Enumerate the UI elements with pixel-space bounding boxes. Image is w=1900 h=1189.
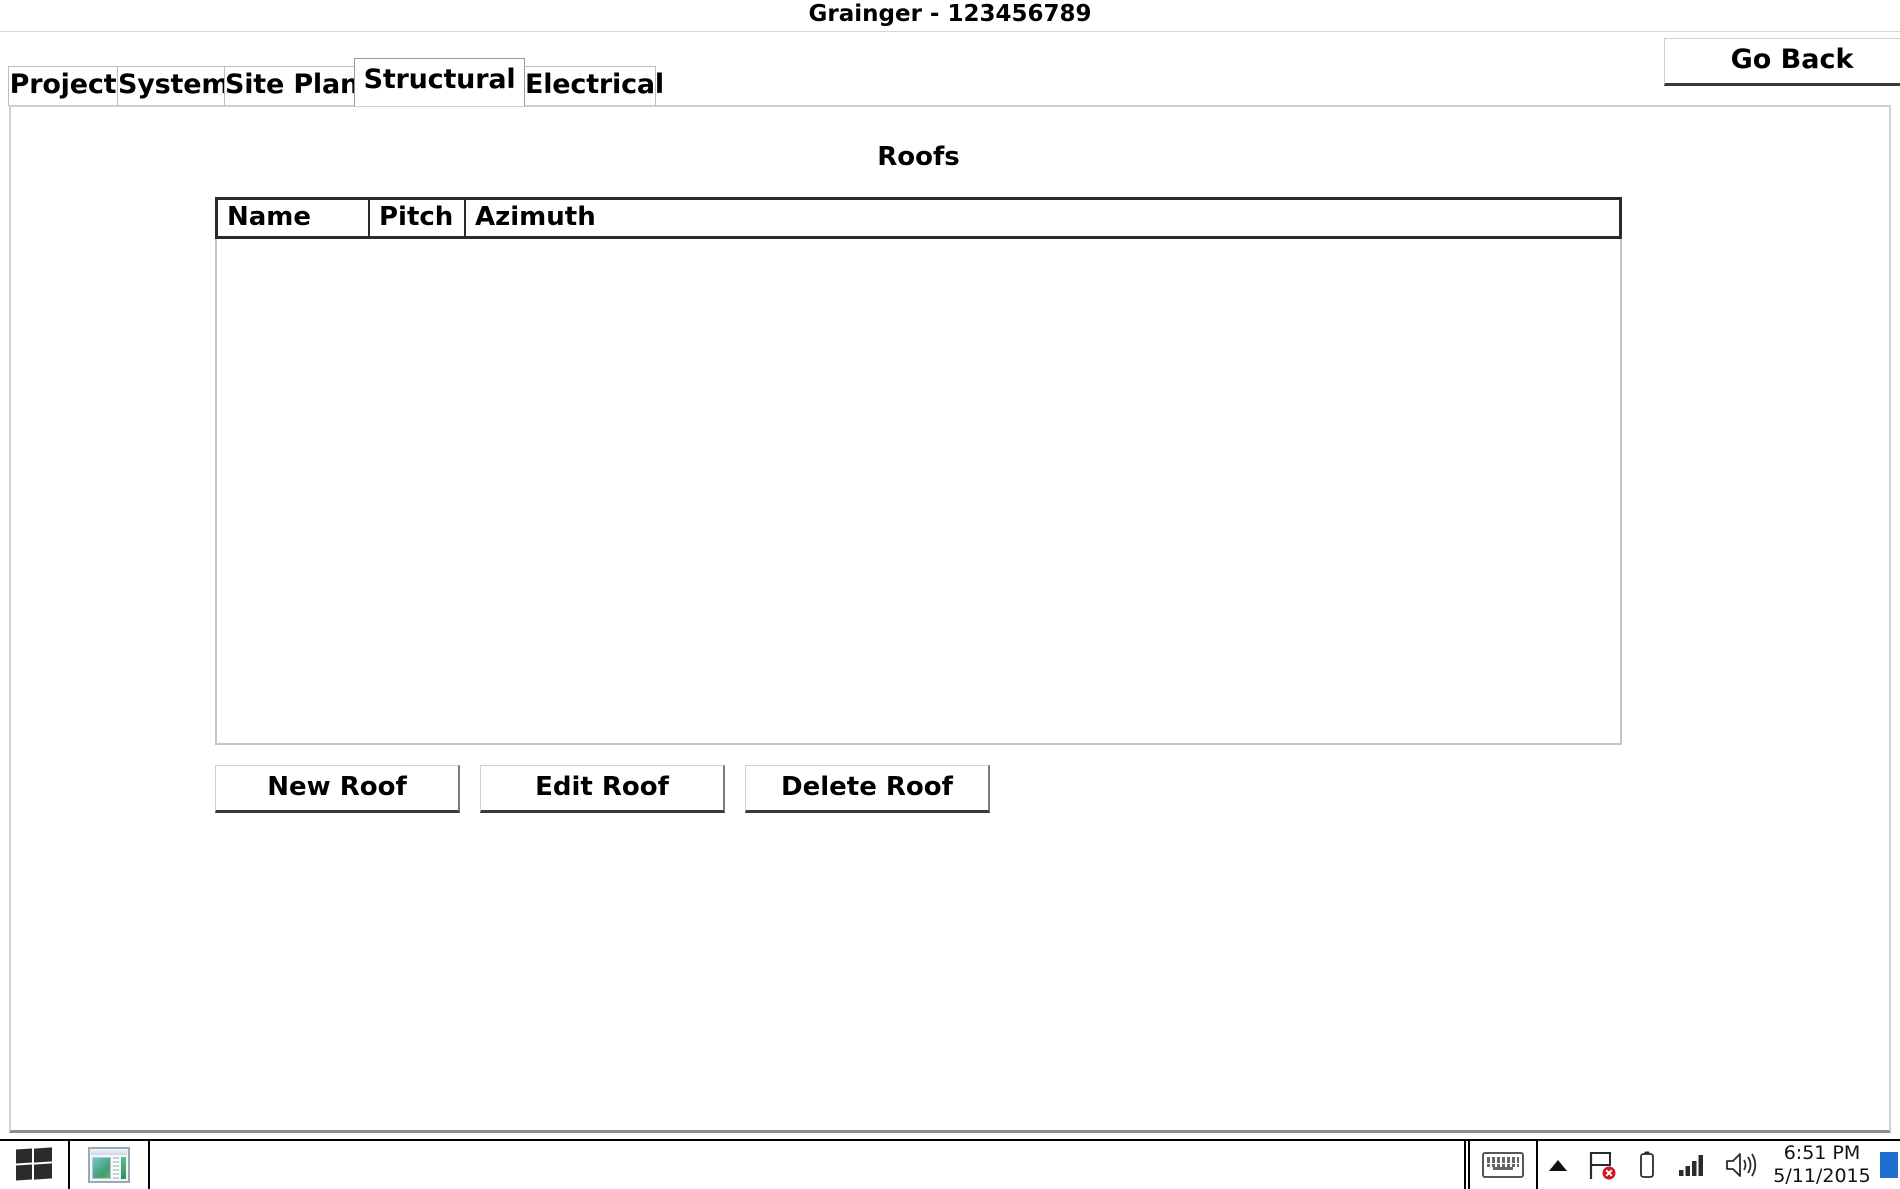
volume-button[interactable] — [1716, 1141, 1766, 1189]
speaker-icon — [1726, 1153, 1757, 1177]
table-header-name[interactable]: Name — [218, 200, 370, 236]
taskbar-app-button[interactable] — [70, 1141, 150, 1189]
table-header-pitch[interactable]: Pitch — [370, 200, 466, 236]
table-header-azimuth[interactable]: Azimuth — [466, 200, 1619, 236]
system-tray: 6:51 PM 5/11/2015 — [1466, 1141, 1900, 1189]
roofs-list-body[interactable] — [215, 239, 1622, 745]
window-app-icon — [88, 1147, 130, 1183]
title-separator — [0, 31, 1900, 32]
roofs-table: Name Pitch Azimuth — [215, 197, 1622, 745]
tab-system[interactable]: System — [117, 66, 229, 106]
signal-bars-icon — [1679, 1155, 1703, 1176]
delete-roof-button[interactable]: Delete Roof — [745, 765, 990, 813]
page-title: Roofs — [877, 142, 960, 172]
edit-roof-button[interactable]: Edit Roof — [480, 765, 725, 813]
action-center-button[interactable] — [1578, 1141, 1626, 1189]
tray-date: 5/11/2015 — [1773, 1165, 1871, 1187]
caret-up-icon — [1549, 1159, 1567, 1171]
clock-button[interactable]: 6:51 PM 5/11/2015 — [1766, 1141, 1878, 1189]
taskbar: 6:51 PM 5/11/2015 — [0, 1139, 1900, 1189]
tab-electrical[interactable]: Electrical — [524, 66, 664, 106]
touch-keyboard-button[interactable] — [1468, 1141, 1538, 1189]
table-header-row: Name Pitch Azimuth — [215, 197, 1622, 239]
go-back-button[interactable]: Go Back — [1664, 38, 1900, 86]
taskbar-empty-area — [150, 1141, 1466, 1189]
tab-site-plan[interactable]: Site Plan — [224, 66, 359, 106]
show-hidden-icons-button[interactable] — [1538, 1141, 1578, 1189]
network-button[interactable] — [1668, 1141, 1716, 1189]
new-roof-button[interactable]: New Roof — [215, 765, 460, 813]
notification-button[interactable] — [1878, 1141, 1900, 1189]
window-title: Grainger - 123456789 — [808, 1, 1092, 27]
battery-icon — [1640, 1151, 1654, 1178]
start-button[interactable] — [0, 1141, 70, 1189]
battery-button[interactable] — [1626, 1141, 1668, 1189]
windows-logo-icon — [16, 1147, 52, 1181]
notification-icon — [1878, 1150, 1900, 1180]
tab-project[interactable]: Project — [8, 66, 118, 106]
flag-error-icon — [1589, 1152, 1616, 1180]
tray-time: 6:51 PM — [1783, 1142, 1861, 1164]
tab-structural[interactable]: Structural — [354, 58, 525, 106]
keyboard-icon — [1482, 1152, 1524, 1178]
